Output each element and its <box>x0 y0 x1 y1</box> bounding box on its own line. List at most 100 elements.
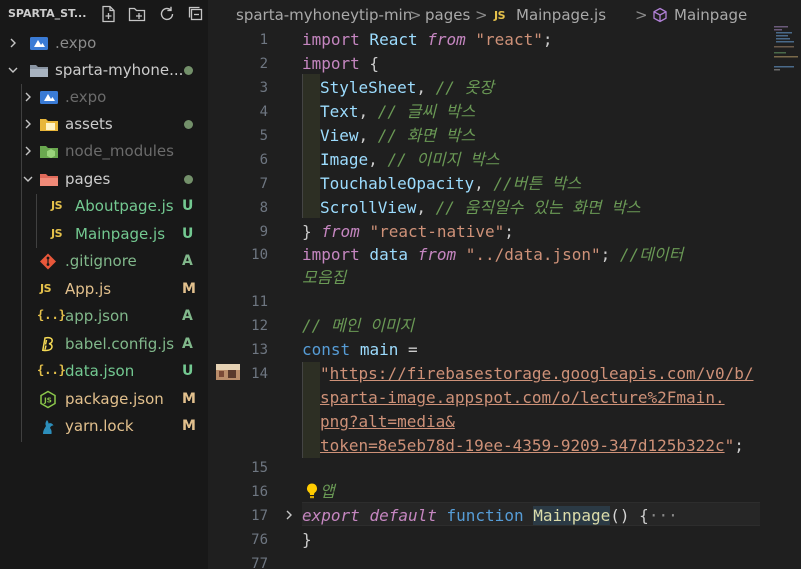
breadcrumb-folder-root[interactable]: sparta-myhoneytip-min <box>236 6 412 24</box>
nodejs-icon: JS <box>40 390 56 409</box>
explorer-sidebar: SPARTA_ST... .expo sparta-myhone... .exp… <box>0 0 208 569</box>
token-identifier: React <box>359 30 428 49</box>
json-file-icon: {..} <box>37 308 66 322</box>
pages-folder-icon <box>40 174 58 186</box>
code-line-2: import { <box>302 52 379 76</box>
chevron-down-icon <box>8 67 18 73</box>
git-status-badge: A <box>182 336 193 352</box>
token-identifier: Image <box>320 150 369 169</box>
tree-item-label: package.json <box>65 390 164 408</box>
token-comment: 모음집 <box>302 268 347 287</box>
refresh-icon[interactable] <box>158 5 176 23</box>
tree-item-expo[interactable]: .expo <box>0 84 208 111</box>
code-line-1: import React from "react"; <box>302 28 552 52</box>
token-keyword: export <box>302 506 360 525</box>
tree-item-package-json[interactable]: JS package.json M <box>0 386 208 413</box>
new-file-icon[interactable] <box>100 5 118 23</box>
indent-highlight <box>302 362 320 458</box>
tree-item-label: babel.config.js <box>65 335 175 353</box>
tree-item-yarn-lock[interactable]: yarn.lock M <box>0 413 208 440</box>
token-keyword: from <box>427 30 466 49</box>
token-punct: ; <box>734 436 744 455</box>
url-link[interactable]: png?alt=media& <box>320 412 455 431</box>
code-line-14-wrap3: token=8e5eb78d-19ee-4359-9209-347d125b32… <box>320 434 744 458</box>
breadcrumb-separator: > <box>635 6 648 24</box>
url-link[interactable]: https://firebasestorage.googleapis.com/v… <box>330 364 754 383</box>
token-comment: 앱 <box>320 482 335 501</box>
json-file-icon: {..} <box>37 363 66 377</box>
expo-folder-icon <box>30 37 48 50</box>
tree-item-babel-config[interactable]: babel.config.js A <box>0 331 208 358</box>
breadcrumb-folder-pages[interactable]: pages <box>425 6 470 24</box>
tree-item-app-json[interactable]: {..} app.json A <box>0 303 208 330</box>
image-preview-icon[interactable] <box>216 364 240 380</box>
line-number: 8 <box>259 200 268 216</box>
token-identifier: data <box>359 245 418 264</box>
tree-item-project-folder[interactable]: sparta-myhone... <box>0 57 208 84</box>
line-number: 10 <box>251 247 268 263</box>
explorer-title: SPARTA_ST... <box>8 7 87 20</box>
tree-item-gitignore[interactable]: .gitignore A <box>0 248 208 275</box>
url-link[interactable]: token=8e5eb78d-19ee-4359-9209-347d125b32… <box>320 436 725 455</box>
token-comment: // 메인 이미지 <box>302 316 415 335</box>
token-punct: { <box>629 506 649 525</box>
code-line-9: } from "react-native"; <box>302 220 514 244</box>
git-status-badge: M <box>182 281 196 297</box>
line-number: 13 <box>251 342 268 358</box>
token-punct: ; <box>504 222 514 241</box>
code-editor[interactable]: sparta-myhoneytip-min > pages > JS Mainp… <box>208 0 801 569</box>
line-number: 9 <box>259 224 268 240</box>
token-punct: { <box>359 54 380 73</box>
tree-item-data-json[interactable]: {..} data.json U <box>0 358 208 385</box>
tree-item-label: .expo <box>55 34 97 52</box>
url-link[interactable]: sparta-image.appspot.com/o/lecture%2Fmai… <box>320 388 725 407</box>
line-number: 15 <box>251 460 268 476</box>
tree-item-expo-root[interactable]: .expo <box>0 30 208 57</box>
folded-code-ellipsis[interactable]: ··· <box>649 506 678 525</box>
breadcrumb-file[interactable]: Mainpage.js <box>516 6 606 24</box>
javascript-file-icon: JS <box>494 9 506 22</box>
tree-item-label: node_modules <box>65 142 174 160</box>
git-status-badge: M <box>182 418 196 434</box>
tree-item-label: sparta-myhone... <box>55 61 184 79</box>
explorer-header: SPARTA_ST... <box>0 0 208 28</box>
token-comment: //버튼 박스 <box>493 174 582 193</box>
tree-item-aboutpage[interactable]: JS Aboutpage.js U <box>0 193 208 220</box>
new-folder-icon[interactable] <box>128 5 146 23</box>
tree-item-mainpage[interactable]: JS Mainpage.js U <box>0 221 208 248</box>
git-status-badge: A <box>182 308 193 324</box>
tree-item-app-js[interactable]: JS App.js M <box>0 276 208 303</box>
token-keyword: from <box>417 245 457 264</box>
line-number: 12 <box>251 318 268 334</box>
token-punct: = <box>398 340 418 359</box>
token-punct: () <box>610 506 630 525</box>
javascript-file-icon: JS <box>51 227 63 240</box>
lightbulb-icon[interactable] <box>304 482 320 500</box>
token-comment: //데이터 <box>619 245 684 264</box>
tree-item-label: pages <box>65 170 111 188</box>
minimap[interactable] <box>764 22 801 82</box>
fold-chevron-icon[interactable] <box>283 509 295 521</box>
code-line-16: 앱 <box>320 480 335 504</box>
collapse-all-icon[interactable] <box>187 5 205 23</box>
tree-item-node-modules[interactable]: node_modules <box>0 138 208 165</box>
token-string: " <box>724 436 735 455</box>
code-line-3: StyleSheet, // 옷장 <box>320 76 494 100</box>
assets-folder-icon <box>40 119 58 131</box>
token-punct: , <box>358 126 378 145</box>
token-function-name: Mainpage <box>533 506 611 525</box>
yarn-icon <box>43 420 54 434</box>
git-status-dot <box>184 66 193 75</box>
tree-item-assets[interactable]: assets <box>0 111 208 138</box>
git-status-dot <box>184 175 193 184</box>
token-identifier: View <box>320 126 359 145</box>
line-number: 2 <box>259 56 268 72</box>
breadcrumb-symbol[interactable]: Mainpage <box>674 6 747 24</box>
git-status-badge: U <box>182 363 194 379</box>
chevron-right-icon <box>25 92 31 102</box>
tree-item-pages[interactable]: pages <box>0 166 208 193</box>
